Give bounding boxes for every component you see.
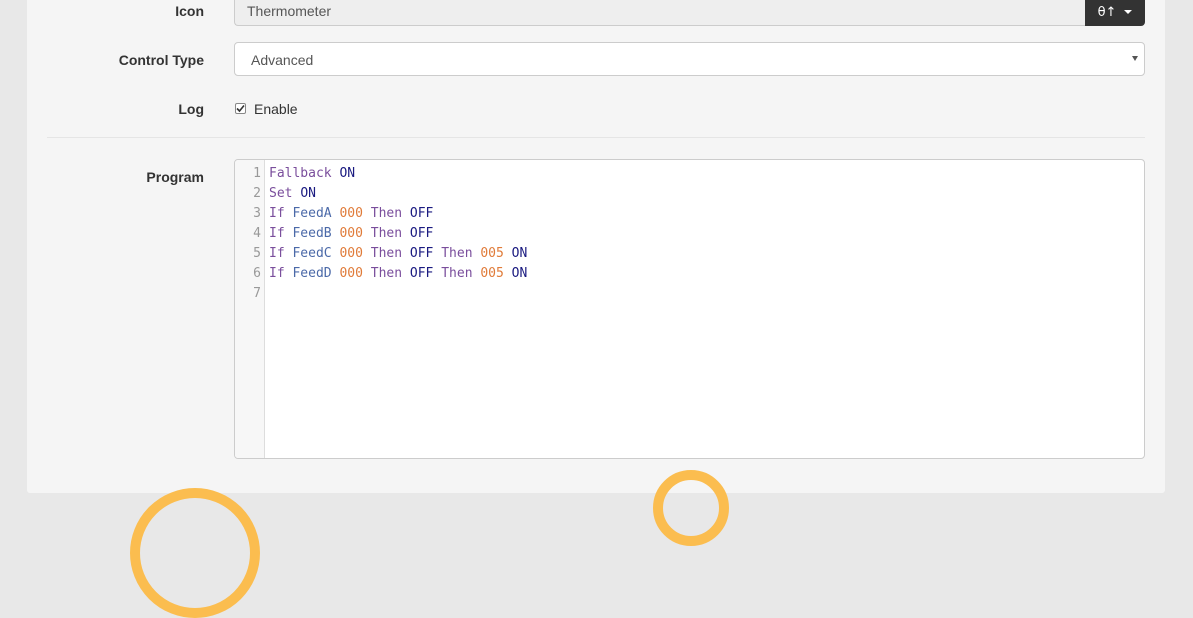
code-token: OFF (409, 266, 434, 281)
code-token: Then (441, 266, 473, 281)
code-line: 2 Set ON (235, 184, 1144, 204)
code-token: ON (339, 166, 356, 181)
log-enable-checkbox[interactable] (235, 103, 246, 114)
code-line: 1 Fallback ON (235, 164, 1144, 184)
icon-picker-button[interactable]: θ↑ (1085, 0, 1145, 26)
code-token: ON (511, 266, 528, 281)
line-number: 3 (253, 206, 261, 221)
decorative-ring (653, 470, 729, 546)
code-token: 000 (339, 266, 363, 281)
code-text: If FeedA 000 Then OFF (269, 204, 433, 224)
log-enable-label: Enable (254, 101, 298, 117)
code-token: If (269, 246, 285, 261)
code-text: If FeedB 000 Then OFF (269, 224, 433, 244)
line-number: 2 (253, 186, 261, 201)
code-token: FeedA (292, 206, 332, 221)
code-token: Then (370, 206, 403, 221)
code-token: If (269, 266, 285, 281)
program-label: Program (146, 169, 204, 185)
caret-down-icon (1124, 10, 1133, 14)
code-line: 7 (235, 284, 1144, 304)
program-editor[interactable]: 1 Fallback ON 2 Set ON 3 If FeedA 000 Then OF… (234, 159, 1145, 459)
line-number: 5 (253, 246, 261, 261)
code-line: 4 If FeedB 000 Then OFF (235, 224, 1144, 244)
checkmark-icon (236, 104, 245, 113)
code-line: 6 If FeedD 000 Then OFF Then 005 ON (235, 264, 1144, 284)
control-type-select[interactable]: Advanced (234, 42, 1145, 76)
code-token: Set (269, 186, 293, 201)
settings-panel: Icon Thermometer θ↑ Control Type Advance… (27, 0, 1165, 493)
chevron-down-icon (1132, 56, 1138, 61)
code-text: Fallback ON (269, 164, 355, 184)
code-token: 000 (339, 226, 363, 241)
icon-field[interactable]: Thermometer (234, 0, 1085, 26)
line-number: 7 (253, 286, 261, 301)
code-text: If FeedC 000 Then OFF Then 005 ON (269, 244, 527, 264)
log-label: Log (178, 101, 204, 117)
code-token: Then (441, 246, 473, 261)
code-token: Then (370, 226, 403, 241)
code-token: FeedC (292, 246, 332, 261)
icon-label: Icon (175, 3, 204, 19)
code-token: ON (511, 246, 528, 261)
code-line: 3 If FeedA 000 Then OFF (235, 204, 1144, 224)
code-token: 005 (480, 246, 504, 261)
code-token: If (269, 226, 285, 241)
code-token: 000 (339, 206, 363, 221)
control-type-label: Control Type (118, 52, 204, 68)
line-number: 4 (253, 226, 261, 241)
code-token: ON (300, 186, 316, 201)
code-lines: 1 Fallback ON 2 Set ON 3 If FeedA 000 Then OF… (235, 164, 1144, 304)
code-token: FeedB (292, 226, 332, 241)
code-token: OFF (409, 246, 434, 261)
decorative-ring (130, 488, 260, 618)
code-token: If (269, 206, 285, 221)
code-line: 5 If FeedC 000 Then OFF Then 005 ON (235, 244, 1144, 264)
code-token: Then (370, 266, 403, 281)
line-number: 1 (253, 166, 261, 181)
code-text: Set ON (269, 184, 316, 204)
divider (47, 137, 1145, 138)
control-type-value: Advanced (251, 52, 314, 68)
code-token: 000 (339, 246, 363, 261)
code-token: OFF (409, 206, 434, 221)
code-text: If FeedD 000 Then OFF Then 005 ON (269, 264, 527, 284)
code-token: FeedD (292, 266, 332, 281)
code-token: 005 (480, 266, 504, 281)
thermometer-icon: θ↑ (1097, 4, 1117, 20)
line-number: 6 (253, 266, 261, 281)
code-token: Fallback (269, 166, 332, 181)
code-token: OFF (409, 226, 434, 241)
code-token: Then (370, 246, 403, 261)
